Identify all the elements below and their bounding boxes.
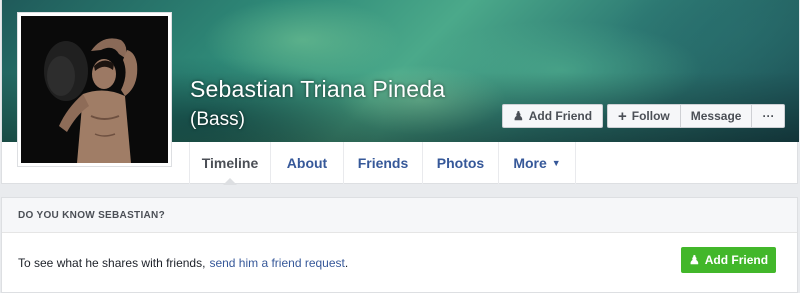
- profile-tabs: Timeline About Friends Photos More ▼: [189, 142, 576, 185]
- do-you-know-title: DO YOU KNOW SEBASTIAN?: [2, 198, 797, 233]
- add-friend-label: Add Friend: [528, 109, 593, 123]
- profile-name[interactable]: Sebastian Triana Pineda: [190, 76, 445, 103]
- person-plus-icon: ♟: [513, 109, 524, 123]
- send-friend-request-link[interactable]: send him a friend request: [209, 256, 344, 270]
- add-friend-button[interactable]: ♟ Add Friend: [502, 104, 604, 128]
- person-plus-icon: ♟: [688, 253, 700, 267]
- tab-about[interactable]: About: [271, 142, 344, 184]
- caret-down-icon: ▼: [551, 158, 561, 168]
- add-friend-green-button[interactable]: ♟ Add Friend: [681, 247, 776, 273]
- profile-page: Sebastian Triana Pineda (Bass) ♟ Add Fri…: [0, 0, 800, 293]
- tab-photos-label: Photos: [436, 155, 485, 171]
- follow-label: Follow: [631, 109, 670, 123]
- do-you-know-body: To see what he shares with friends, send…: [2, 233, 797, 293]
- tab-friends-label: Friends: [357, 155, 409, 171]
- add-friend-green-label: Add Friend: [704, 253, 769, 267]
- do-you-know-card: DO YOU KNOW SEBASTIAN? To see what he sh…: [1, 197, 798, 293]
- profile-picture[interactable]: [17, 12, 172, 167]
- tab-timeline[interactable]: Timeline: [190, 142, 271, 185]
- ellipsis-icon: ···: [762, 109, 775, 123]
- tab-about-label: About: [286, 155, 328, 171]
- do-you-know-text: To see what he shares with friends,: [18, 256, 206, 270]
- profile-alternate-name: (Bass): [190, 109, 245, 130]
- tab-timeline-label: Timeline: [201, 155, 259, 171]
- follow-button[interactable]: + Follow: [607, 104, 681, 128]
- profile-picture-image: [21, 16, 168, 163]
- tab-more[interactable]: More ▼: [499, 142, 576, 184]
- profile-name-block: Sebastian Triana Pineda (Bass): [190, 76, 445, 131]
- plus-icon: +: [618, 107, 627, 125]
- tab-friends[interactable]: Friends: [344, 142, 423, 184]
- message-label: Message: [690, 109, 742, 123]
- tab-photos[interactable]: Photos: [423, 142, 499, 184]
- do-you-know-period: .: [344, 256, 349, 270]
- tab-more-label: More: [513, 155, 547, 171]
- profile-photo-figure: [21, 16, 168, 163]
- cover-add-friend-wrap: ♟ Add Friend: [502, 104, 604, 128]
- cover-action-group: + Follow Message ···: [607, 104, 786, 128]
- message-button[interactable]: Message: [680, 104, 753, 128]
- more-options-button[interactable]: ···: [752, 104, 786, 128]
